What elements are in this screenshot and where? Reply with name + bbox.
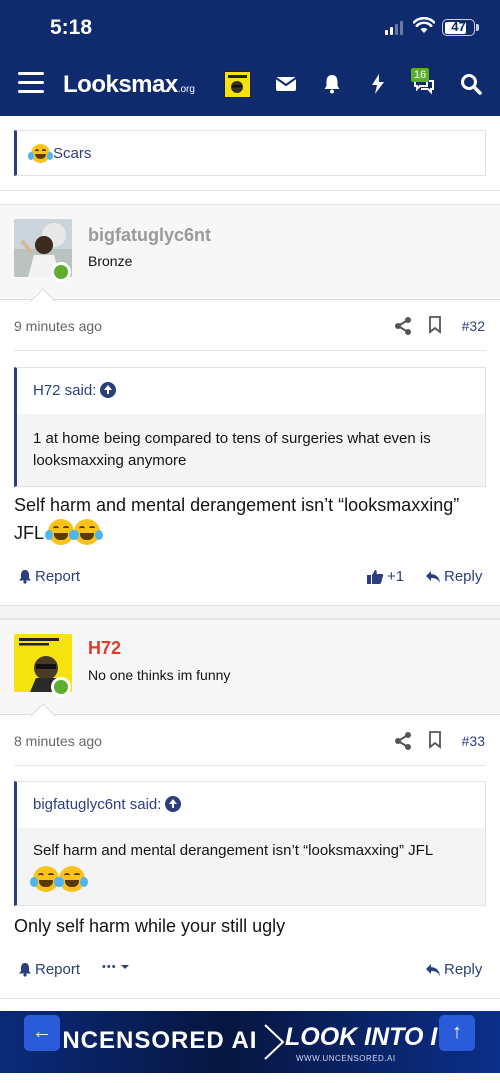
post-user-block: H72 No one thinks im funny (0, 619, 500, 715)
tears-of-joy-icon (71, 519, 104, 545)
ad-left-text: UNCENSORED AI (44, 1027, 258, 1054)
like-button[interactable]: +1 (366, 568, 404, 585)
battery-level: 47 (451, 19, 466, 34)
ad-banner[interactable]: UNCENSORED AI LOOK INTO IT WWW.UNCENSORE… (0, 1011, 500, 1073)
post-actions: Report ••• Reply (0, 955, 500, 985)
signal-icon (385, 21, 403, 35)
reply-label: Reply (444, 568, 483, 585)
share-icon[interactable] (394, 316, 412, 336)
username[interactable]: H72 (88, 638, 121, 659)
go-to-quote-icon[interactable] (165, 796, 182, 812)
user-title: Bronze (88, 253, 133, 269)
wifi-icon (413, 17, 435, 33)
status-time: 5:18 (50, 16, 93, 39)
quote-block: H72 said: 1 at home being compared to te… (14, 367, 486, 487)
post-time[interactable]: 8 minutes ago (14, 733, 102, 749)
post-number[interactable]: #32 (462, 318, 485, 334)
quote-text: Self harm and mental derangement isn’t “… (33, 842, 434, 859)
chevron-right-icon (264, 1024, 285, 1060)
account-avatar[interactable] (224, 71, 251, 98)
envelope-icon[interactable] (274, 72, 298, 96)
reply-button[interactable]: Reply (425, 568, 482, 585)
post-separator (0, 605, 500, 619)
search-icon[interactable] (459, 72, 483, 96)
like-count: +1 (387, 568, 405, 585)
reply-label: Reply (444, 961, 483, 978)
bell-icon[interactable] (320, 72, 344, 96)
ad-right-text: LOOK INTO IT (285, 1023, 453, 1051)
post-meta: 9 minutes ago #32 (0, 302, 500, 350)
share-icon[interactable] (394, 731, 412, 751)
post-body-line: JFL (14, 523, 44, 543)
reply-button[interactable]: Reply (425, 961, 482, 978)
report-label: Report (35, 568, 81, 585)
bookmark-icon[interactable] (428, 731, 442, 749)
report-label: Report (35, 961, 81, 978)
site-logo[interactable]: Looksmax.org (63, 71, 195, 99)
go-to-quote-icon[interactable] (100, 382, 117, 398)
online-indicator (51, 677, 71, 697)
chevron-down-icon (120, 965, 129, 969)
post-body-line: Self harm and mental derangement isn’t “… (14, 495, 460, 515)
post-body-line: Only self harm while your still ugly (14, 916, 286, 936)
quote-snippet-text: Scars (53, 145, 92, 162)
quote-block: bigfatuglyc6nt said: Self harm and menta… (14, 781, 486, 906)
scroll-to-top-button[interactable]: ↑ (439, 1015, 475, 1051)
more-options-label: ••• (102, 961, 117, 973)
report-button[interactable]: Report (18, 961, 80, 978)
top-nav: Looksmax.org 16 (0, 56, 500, 116)
ad-url-text: WWW.UNCENSORED.AI (296, 1054, 396, 1063)
back-arrow-button[interactable]: ← (24, 1015, 60, 1051)
bell-icon (19, 570, 31, 584)
post-body: Self harm and mental derangement isn’t “… (14, 492, 486, 547)
post-user-block: bigfatuglyc6nt Bronze (0, 204, 500, 300)
bottom-strip (0, 1073, 500, 1083)
status-bar: 5:18 47 (0, 0, 500, 56)
quote-author[interactable]: H72 said: (33, 382, 96, 399)
username[interactable]: bigfatuglyc6nt (88, 225, 211, 246)
tears-of-joy-icon (30, 866, 62, 892)
quote-body: 1 at home being compared to tens of surg… (17, 414, 485, 486)
quote-author[interactable]: bigfatuglyc6nt said: (33, 796, 161, 813)
bell-icon (19, 963, 31, 977)
post-actions: Report +1 Reply (0, 562, 500, 592)
online-indicator (51, 262, 71, 282)
quote-snippet[interactable]: Scars (14, 130, 486, 176)
bookmark-icon[interactable] (428, 316, 442, 334)
post-time[interactable]: 9 minutes ago (14, 318, 102, 334)
user-title: No one thinks im funny (88, 667, 231, 683)
tears-of-joy-icon (28, 144, 53, 163)
app-header: 5:18 47 Looksmax.org 16 (0, 0, 500, 116)
alerts-badge: 16 (411, 68, 430, 82)
tears-of-joy-icon (56, 866, 88, 892)
reply-icon (426, 570, 440, 583)
post-number[interactable]: #33 (462, 733, 485, 749)
more-options-button[interactable]: ••• (102, 961, 130, 973)
reply-icon (426, 963, 440, 976)
thumbs-up-icon (367, 569, 384, 584)
menu-icon[interactable] (18, 72, 44, 94)
quote-header[interactable]: bigfatuglyc6nt said: (17, 782, 485, 828)
quote-header[interactable]: H72 said: (17, 368, 485, 414)
post-meta: 8 minutes ago #33 (0, 717, 500, 765)
battery-icon: 47 (442, 19, 475, 36)
report-button[interactable]: Report (18, 568, 80, 585)
lightning-icon[interactable] (366, 72, 390, 96)
quote-body: Self harm and mental derangement isn’t “… (17, 828, 485, 905)
post-body: Only self harm while your still ugly (14, 913, 486, 940)
